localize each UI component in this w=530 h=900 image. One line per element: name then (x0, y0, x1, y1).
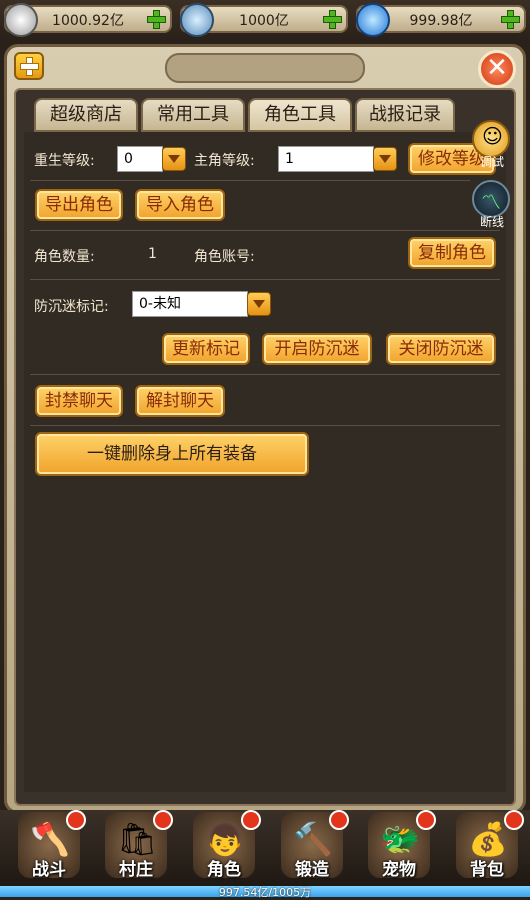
level-label: 主角等级: (194, 153, 255, 169)
tab-battle-records[interactable]: 战报记录 (355, 98, 455, 132)
add-gem-button[interactable] (322, 9, 342, 29)
update-mark-button[interactable]: 更新标记 (162, 333, 250, 365)
notification-badge (416, 810, 436, 830)
export-role-button[interactable]: 导出角色 (35, 189, 123, 221)
nav-backpack-label: 背包 (470, 860, 504, 880)
import-role-button[interactable]: 导入角色 (135, 189, 225, 221)
plus-icon (500, 9, 520, 29)
disconnect-label: 断线 (479, 215, 504, 229)
hammer-icon: 🔨 (293, 820, 333, 858)
axe-icon: 🪓 (30, 820, 70, 858)
close-icon: ✕ (486, 53, 508, 83)
experience-text: 997.54亿/1005万 (218, 886, 312, 899)
tab-super-shop[interactable]: 超级商店 (34, 98, 138, 132)
smiley-icon: ☺ (482, 124, 503, 148)
divider (30, 279, 500, 280)
notification-badge (241, 810, 261, 830)
plus-icon (146, 9, 166, 29)
nav-village-label: 村庄 (119, 860, 153, 880)
role-count-label: 角色数量: (34, 249, 95, 265)
role-count-value: 1 (148, 246, 157, 262)
copy-role-button[interactable]: 复制角色 (408, 237, 496, 269)
crystal-resource: 999.98亿 (356, 3, 526, 37)
divider (30, 230, 500, 231)
nav-pet-label: 宠物 (382, 860, 416, 880)
role-account-label: 角色账号: (194, 249, 255, 265)
dragon-icon: 🐲 (380, 820, 420, 858)
level-select[interactable]: 1 (278, 146, 374, 172)
rebirth-label: 重生等级: (34, 153, 95, 169)
anti-addiction-select[interactable]: 0-未知 (132, 291, 248, 317)
silver-resource: 1000.92亿 (4, 3, 172, 37)
nav-village[interactable]: 🛍 村庄 (105, 810, 173, 880)
notification-badge (329, 810, 349, 830)
chevron-down-icon[interactable] (247, 292, 271, 316)
add-button[interactable] (14, 52, 44, 80)
delete-all-equipment-button[interactable]: 一键删除身上所有装备 (35, 432, 309, 476)
plus-icon (322, 9, 342, 29)
nav-pet[interactable]: 🐲 宠物 (368, 810, 436, 880)
chevron-down-icon[interactable] (162, 147, 186, 171)
signal-icon: 〽 (481, 190, 501, 214)
chevron-down-icon[interactable] (373, 147, 397, 171)
nav-battle[interactable]: 🪓 战斗 (18, 810, 86, 880)
divider (30, 180, 470, 181)
gem-resource: 1000亿 (180, 3, 348, 37)
add-crystal-button[interactable] (500, 9, 520, 29)
nav-backpack[interactable]: 💰 背包 (456, 810, 524, 880)
tab-common-tools[interactable]: 常用工具 (141, 98, 245, 132)
ban-chat-button[interactable]: 封禁聊天 (35, 385, 123, 417)
notification-badge (153, 810, 173, 830)
anti-addiction-label: 防沉迷标记: (34, 299, 109, 315)
enable-anti-addiction-button[interactable]: 开启防沉迷 (262, 333, 372, 365)
notification-badge (504, 810, 524, 830)
unban-chat-button[interactable]: 解封聊天 (135, 385, 225, 417)
nav-battle-label: 战斗 (32, 860, 66, 880)
character-icon: 👦 (205, 820, 245, 858)
title-plate (165, 53, 365, 83)
nav-forge-label: 锻造 (295, 860, 329, 880)
nav-forge[interactable]: 🔨 锻造 (281, 810, 349, 880)
plus-icon (19, 56, 39, 76)
disable-anti-addiction-button[interactable]: 关闭防沉迷 (386, 333, 496, 365)
divider (30, 374, 500, 375)
debug-label: 调试 (479, 155, 504, 169)
tab-role-tools[interactable]: 角色工具 (248, 98, 352, 132)
notification-badge (66, 810, 86, 830)
divider (30, 425, 500, 426)
add-silver-button[interactable] (146, 9, 166, 29)
bag-icon: 🛍 (117, 820, 158, 858)
close-button[interactable]: ✕ (478, 50, 516, 88)
treasure-icon: 💰 (468, 820, 508, 858)
nav-character[interactable]: 👦 角色 (193, 810, 261, 880)
nav-character-label: 角色 (207, 860, 241, 880)
rebirth-select[interactable]: 0 (117, 146, 163, 172)
